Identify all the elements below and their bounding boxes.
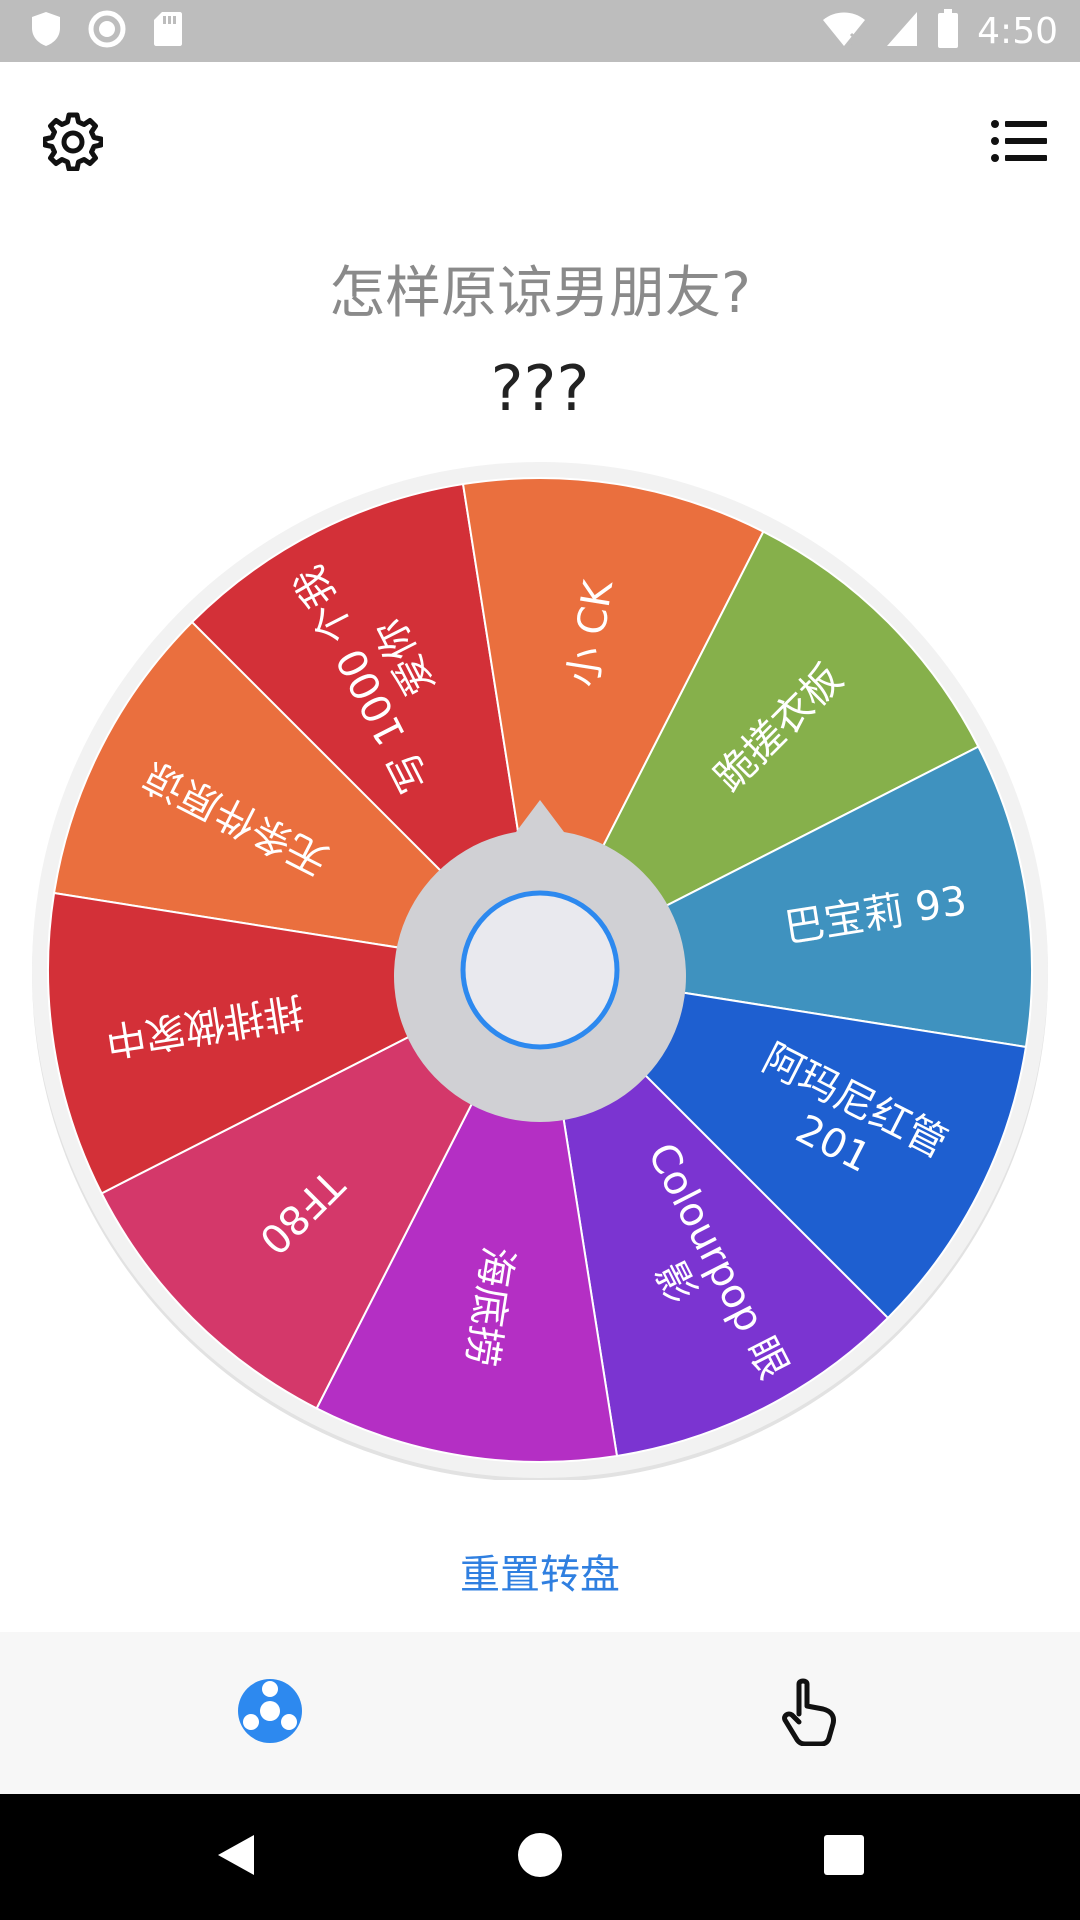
wheel-graphic[interactable]: 无条件原谅写 1000 个我爱你小 CK跪搓衣板巴宝莉 93阿玛尼红管201Co… xyxy=(0,440,1080,1480)
tap-hand-icon xyxy=(779,1676,841,1750)
nav-back[interactable] xyxy=(166,1794,306,1920)
gear-icon xyxy=(42,111,104,175)
back-icon xyxy=(214,1831,258,1883)
top-bar xyxy=(0,62,1080,212)
spin-wheel[interactable]: 无条件原谅写 1000 个我 爱你小 CK 跪搓衣板 巴宝莉 93 阿玛尼红管 201 Co… xyxy=(0,440,1080,1480)
status-bar: 4:50 xyxy=(0,0,1080,62)
wheel-title: 怎样原谅男朋友? xyxy=(329,261,751,326)
home-icon xyxy=(517,1832,563,1882)
list-menu-icon xyxy=(991,119,1047,167)
battery-icon xyxy=(937,9,959,53)
system-nav-bar xyxy=(0,1794,1080,1920)
status-clock: 4:50 xyxy=(977,10,1058,52)
wheel-icon xyxy=(236,1677,304,1749)
nav-home[interactable] xyxy=(470,1794,610,1920)
wifi-off-icon xyxy=(821,10,867,52)
record-icon xyxy=(88,10,126,52)
list-button[interactable] xyxy=(976,100,1062,186)
sd-card-icon xyxy=(152,10,184,52)
spin-result: ??? xyxy=(490,352,590,425)
signal-icon xyxy=(885,10,919,52)
recents-icon xyxy=(823,1834,865,1880)
settings-button[interactable] xyxy=(30,100,116,186)
bottom-tab-bar xyxy=(0,1632,1080,1794)
tab-tap[interactable] xyxy=(750,1660,870,1766)
tab-wheel[interactable] xyxy=(210,1660,330,1766)
shield-icon xyxy=(30,10,62,52)
nav-recents[interactable] xyxy=(774,1794,914,1920)
reset-wheel-link[interactable]: 重置转盘 xyxy=(0,1542,1080,1600)
spin-button[interactable] xyxy=(460,890,620,1050)
